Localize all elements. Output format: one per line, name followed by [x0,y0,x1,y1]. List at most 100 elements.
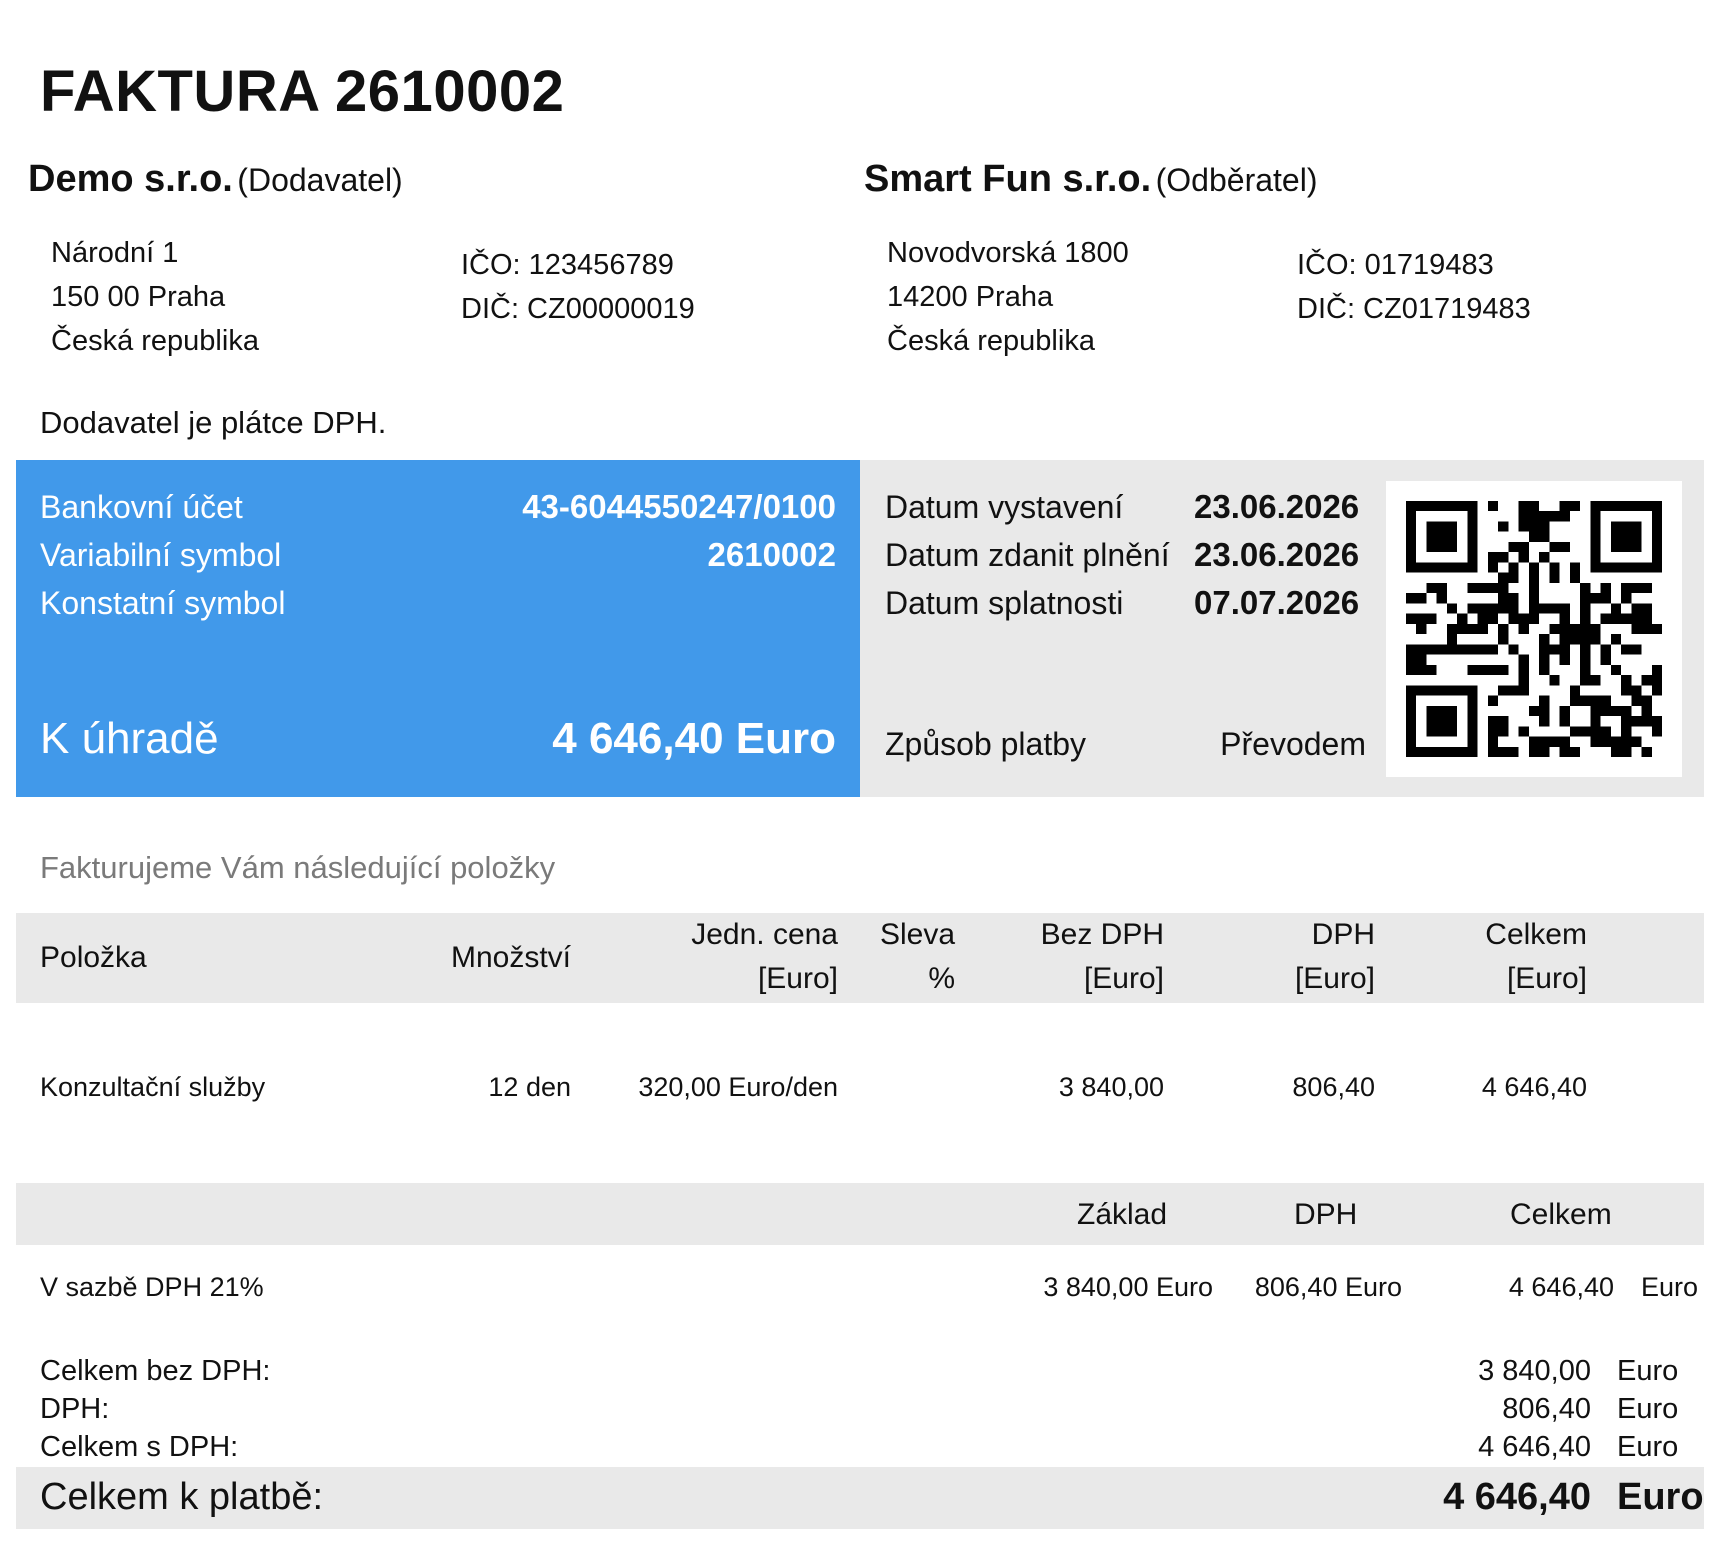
qr-module [1610,603,1622,614]
qr-module [1559,623,1570,635]
qr-module [1498,552,1509,563]
qr-module [1621,746,1632,757]
qr-module [1559,736,1570,747]
qr-module [1446,623,1458,635]
qr-module [1549,603,1560,614]
qr-module [1467,623,1478,635]
qr-module [1467,664,1478,676]
qr-module [1651,675,1662,686]
item-vat: 806,40 [1292,1072,1375,1102]
vat-summary-base-header: Základ [1077,1198,1168,1231]
col-unit-price-header-line1: Jedn. cena [691,918,838,951]
qr-module [1549,623,1560,635]
qr-module [1590,541,1601,553]
qr-module [1528,705,1540,717]
supplier-dic: DIČ: CZ00000019 [461,293,695,325]
taxable-date-value: 23.06.2026 [1194,536,1360,573]
qr-module [1446,705,1458,717]
qr-module [1518,726,1529,737]
col-net-header-line2: [Euro] [1083,962,1164,995]
qr-module [1600,695,1611,706]
amount-due-value: 4 646,40 Euro [552,714,836,763]
qr-module [1426,664,1437,676]
qr-module [1600,654,1611,665]
qr-module [1498,521,1509,532]
col-item-header: Položka [40,941,147,974]
qr-module [1621,726,1632,737]
vat-summary-total-header: Celkem [1510,1198,1612,1231]
qr-module [1621,736,1632,747]
col-net-header-line1: Bez DPH [1040,918,1164,951]
qr-module [1600,501,1611,512]
qr-module [1457,501,1468,512]
qr-module [1641,623,1652,635]
qr-module [1631,582,1642,594]
due-date-value: 07.07.2026 [1194,584,1360,621]
item-total: 4 646,40 [1481,1072,1587,1102]
qr-module [1436,705,1447,717]
qr-module [1631,531,1642,542]
qr-module [1549,511,1560,522]
qr-module [1621,501,1632,512]
qr-module [1651,726,1662,737]
qr-module [1631,541,1642,553]
qr-module [1528,521,1540,532]
qr-module [1406,511,1417,522]
supplier-city: 150 00 Praha [51,281,226,313]
qr-module [1426,562,1437,573]
qr-module [1651,501,1662,512]
col-net-header: Bez DPH [Euro] [1000,913,1164,1001]
qr-module [1467,541,1478,553]
taxable-date-label: Datum zdanit plnění [885,537,1170,573]
qr-module [1467,716,1478,727]
total-net-label: Celkem bez DPH: [40,1355,271,1387]
qr-module [1590,501,1601,512]
qr-module [1641,675,1652,686]
qr-module [1406,716,1417,727]
qr-module [1569,572,1581,583]
qr-module [1467,603,1478,614]
qr-module [1498,572,1509,583]
qr-module [1641,562,1652,573]
col-discount-header: Sleva % [860,913,955,1001]
supplier-ids: IČO: 123456789 DIČ: CZ00000019 [461,243,695,331]
qr-module [1539,552,1550,563]
customer-role: (Odběratel) [1155,162,1318,198]
qr-module [1559,716,1570,727]
qr-module [1559,634,1570,645]
qr-module [1539,511,1550,522]
qr-module [1569,623,1581,635]
qr-module [1631,562,1642,573]
customer-city: 14200 Praha [887,281,1054,313]
qr-module [1528,746,1540,757]
qr-module [1487,644,1499,655]
qr-module [1518,511,1529,522]
item-net: 3 840,00 [1058,1072,1164,1102]
qr-module [1487,613,1499,624]
qr-module [1446,726,1458,737]
customer-country: Česká republika [887,325,1095,357]
qr-module [1508,572,1519,583]
qr-module [1651,531,1662,542]
supplier-country: Česká republika [51,325,259,357]
supplier-street: Národní 1 [51,237,179,269]
qr-module [1436,593,1447,604]
customer-ids: IČO: 01719483 DIČ: CZ01719483 [1297,243,1531,331]
qr-module [1528,593,1540,604]
qr-module [1498,593,1509,604]
customer-street: Novodvorská 1800 [887,237,1129,269]
qr-module [1539,521,1550,532]
item-qty: 12 den [488,1072,571,1102]
qr-module [1446,562,1458,573]
customer-name: Smart Fun s.r.o. [864,158,1152,200]
qr-module [1487,603,1499,614]
col-discount-header-line2: % [928,962,955,995]
item-unit-price: 320,00 Euro/den [638,1072,838,1102]
qr-module [1406,726,1417,737]
qr-module [1621,675,1632,686]
qr-module [1600,726,1611,737]
col-discount-header-line1: Sleva [879,918,955,951]
qr-module [1528,572,1540,583]
qr-module [1426,531,1437,542]
qr-module [1487,716,1499,727]
